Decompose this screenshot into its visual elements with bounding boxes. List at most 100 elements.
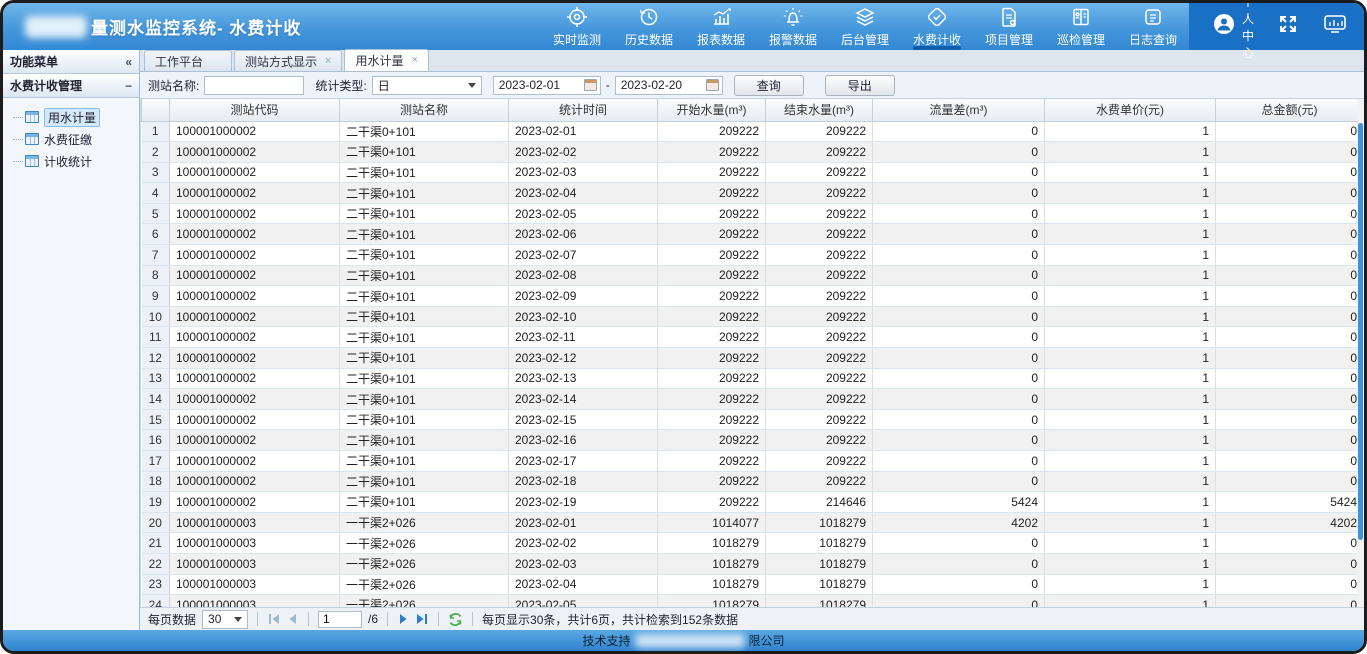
table-cell: 二干渠0+101 (340, 203, 509, 224)
sidebar-menu-header[interactable]: 功能菜单 « (3, 50, 139, 74)
table-row[interactable]: 19100001000002二干渠0+1012023-02-1920922221… (142, 492, 1364, 513)
column-header[interactable]: 流量差(m³) (873, 99, 1045, 121)
monitor-chart-icon[interactable] (1322, 12, 1348, 41)
stat-type-select[interactable]: 日 (372, 76, 482, 95)
close-icon[interactable]: × (325, 56, 331, 67)
table-cell: 0 (873, 533, 1045, 554)
row-number-cell: 21 (142, 533, 170, 554)
table-row[interactable]: 5100001000002二干渠0+1012023-02-05209222209… (142, 203, 1364, 224)
last-page-button[interactable] (415, 613, 429, 625)
close-icon[interactable]: × (411, 55, 417, 66)
column-header[interactable]: 统计时间 (509, 99, 658, 121)
table-cell: 0 (1216, 224, 1364, 245)
next-page-button[interactable] (397, 613, 409, 625)
table-header: 测站代码 测站名称 统计时间 开始水量(m³) 结束水量(m³) 流量差(m³)… (142, 99, 1364, 121)
refresh-icon[interactable] (448, 612, 463, 627)
export-button[interactable]: 导出 (825, 75, 895, 96)
sidebar-item-water-metering[interactable]: 用水计量 (13, 106, 135, 128)
date-from-input[interactable]: 2023-02-01 (493, 76, 601, 95)
table-row[interactable]: 6100001000002二干渠0+1012023-02-06209222209… (142, 224, 1364, 245)
nav-item-admin[interactable]: 后台管理 (829, 3, 901, 50)
tab-workbench[interactable]: 工作平台 (144, 50, 232, 71)
table-row[interactable]: 1100001000002二干渠0+1012023-02-01209222209… (142, 121, 1364, 142)
filter-bar: 测站名称: 统计类型: 日 2023-02-01 - 2023-02-20 查询… (140, 72, 1364, 99)
nav-item-history[interactable]: 历史数据 (613, 3, 685, 50)
table-row[interactable]: 9100001000002二干渠0+1012023-02-09209222209… (142, 286, 1364, 307)
table-row[interactable]: 17100001000002二干渠0+1012023-02-1720922220… (142, 451, 1364, 472)
table-row[interactable]: 20100001000003一干渠2+0262023-02-0110140771… (142, 512, 1364, 533)
panel-collapse-icon[interactable]: − (125, 79, 132, 93)
table-row[interactable]: 13100001000002二干渠0+1012023-02-1320922220… (142, 368, 1364, 389)
table-row[interactable]: 16100001000002二干渠0+1012023-02-1620922220… (142, 430, 1364, 451)
table-row[interactable]: 21100001000003一干渠2+0262023-02-0210182791… (142, 533, 1364, 554)
page-number-input[interactable] (318, 611, 362, 628)
tab-water-metering[interactable]: 用水计量 × (344, 49, 428, 71)
nav-item-inspection[interactable]: 巡检管理 (1045, 3, 1117, 50)
column-header[interactable]: 开始水量(m³) (658, 99, 766, 121)
table-row[interactable]: 11100001000002二干渠0+1012023-02-1120922220… (142, 327, 1364, 348)
table-cell: 0 (1216, 327, 1364, 348)
table-row[interactable]: 7100001000002二干渠0+1012023-02-07209222209… (142, 245, 1364, 266)
table-cell: 209222 (766, 142, 873, 163)
table-row[interactable]: 15100001000002二干渠0+1012023-02-1520922220… (142, 409, 1364, 430)
table-cell: 2023-02-02 (509, 533, 658, 554)
table-cell: 2023-02-05 (509, 595, 658, 607)
nav-item-realtime[interactable]: 实时监测 (541, 3, 613, 50)
table-cell: 1 (1045, 368, 1216, 389)
column-header[interactable]: 测站代码 (170, 99, 340, 121)
table-row[interactable]: 4100001000002二干渠0+1012023-02-04209222209… (142, 183, 1364, 204)
table-cell: 2023-02-02 (509, 142, 658, 163)
app-title: 量测水监控系统- 水费计收 (91, 14, 301, 39)
nav-item-waterfee[interactable]: 水费计收 (901, 3, 973, 50)
table-cell: 2023-02-01 (509, 121, 658, 142)
table-cell: 2023-02-07 (509, 245, 658, 266)
table-cell: 209222 (766, 286, 873, 307)
first-page-button[interactable] (267, 613, 281, 625)
table-cell: 209222 (766, 183, 873, 204)
table-cell: 0 (1216, 286, 1364, 307)
table-row[interactable]: 22100001000003一干渠2+0262023-02-0310182791… (142, 553, 1364, 574)
table-row[interactable]: 18100001000002二干渠0+1012023-02-1820922220… (142, 471, 1364, 492)
table-cell: 2023-02-19 (509, 492, 658, 513)
column-header[interactable]: 结束水量(m³) (766, 99, 873, 121)
sidebar-item-collection-stats[interactable]: 计收统计 (13, 150, 135, 172)
user-center-button[interactable]: 个人中心 (1213, 0, 1254, 61)
nav-item-alarms[interactable]: 报警数据 (757, 3, 829, 50)
table-cell: 100001000003 (170, 574, 340, 595)
table-row[interactable]: 3100001000002二干渠0+1012023-02-03209222209… (142, 162, 1364, 183)
date-to-input[interactable]: 2023-02-20 (615, 76, 723, 95)
vertical-scrollbar[interactable] (1357, 99, 1364, 607)
calendar-icon[interactable] (584, 79, 597, 91)
table-cell: 一干渠2+026 (340, 574, 509, 595)
station-name-input[interactable] (204, 76, 304, 95)
column-header[interactable]: 总金额(元) (1216, 99, 1364, 121)
table-cell: 0 (873, 183, 1045, 204)
nav-item-reports[interactable]: 报表数据 (685, 3, 757, 50)
table-row[interactable]: 10100001000002二干渠0+1012023-02-1020922220… (142, 306, 1364, 327)
nav-item-logs[interactable]: 日志查询 (1117, 3, 1189, 50)
per-page-select[interactable]: 30 (202, 610, 248, 629)
sidebar-collapse-icon[interactable]: « (125, 55, 132, 69)
table-row[interactable]: 12100001000002二干渠0+1012023-02-1220922220… (142, 348, 1364, 369)
table-row[interactable]: 14100001000002二干渠0+1012023-02-1420922220… (142, 389, 1364, 410)
scrollbar-thumb[interactable] (1358, 123, 1363, 540)
tab-station-display[interactable]: 测站方式显示 × (234, 50, 342, 71)
table-row[interactable]: 23100001000003一干渠2+0262023-02-0410182791… (142, 574, 1364, 595)
row-number-cell: 18 (142, 471, 170, 492)
fullscreen-icon[interactable] (1276, 12, 1300, 41)
table-cell: 1 (1045, 471, 1216, 492)
table-cell: 209222 (658, 265, 766, 286)
table-cell: 二干渠0+101 (340, 471, 509, 492)
sidebar-panel-header[interactable]: 水费计收管理 − (3, 74, 139, 98)
column-header[interactable]: 水费单价(元) (1045, 99, 1216, 121)
table-row[interactable]: 2100001000002二干渠0+1012023-02-02209222209… (142, 142, 1364, 163)
row-number-cell: 2 (142, 142, 170, 163)
table-row[interactable]: 8100001000002二干渠0+1012023-02-08209222209… (142, 265, 1364, 286)
column-header[interactable]: 测站名称 (340, 99, 509, 121)
query-button[interactable]: 查询 (734, 75, 804, 96)
calendar-icon[interactable] (706, 79, 719, 91)
table-row[interactable]: 24100001000003一干渠2+0262023-02-0510182791… (142, 595, 1364, 607)
sidebar-item-fee-collection[interactable]: 水费征缴 (13, 128, 135, 150)
prev-page-button[interactable] (287, 613, 299, 625)
nav-item-projects[interactable]: 项目管理 (973, 3, 1045, 50)
